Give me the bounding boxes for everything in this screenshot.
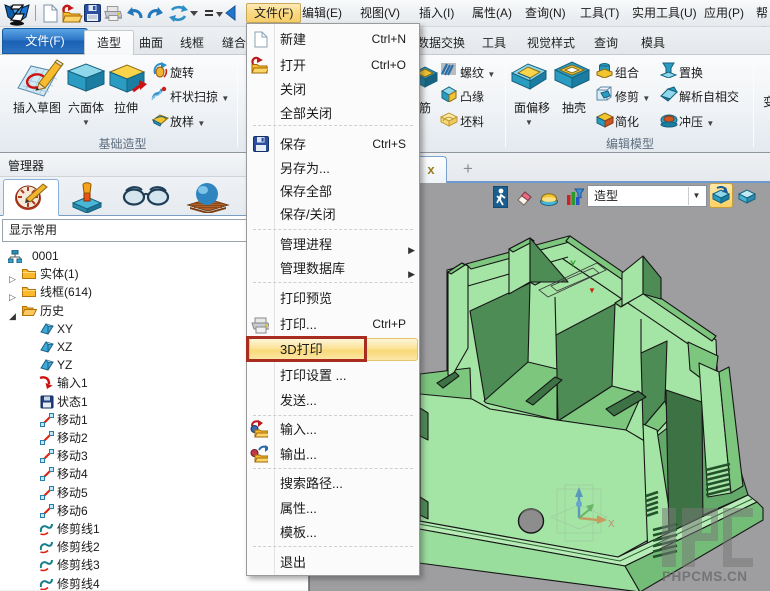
svg-text:PHPCMS.CN: PHPCMS.CN — [662, 569, 748, 584]
svg-text:Y: Y — [570, 259, 576, 269]
svg-text:▼: ▼ — [588, 286, 596, 295]
svg-text:X: X — [608, 519, 615, 530]
